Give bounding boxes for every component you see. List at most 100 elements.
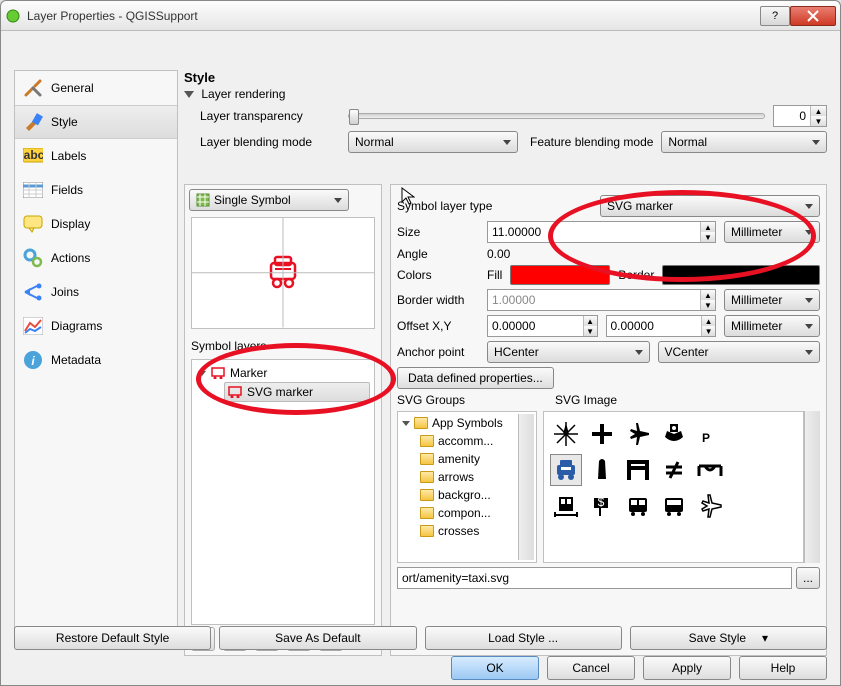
app-icon [5, 8, 21, 24]
ok-button[interactable]: OK [451, 656, 539, 680]
bwidth-unit-combo[interactable]: Millimeter [724, 289, 820, 311]
sidebar-item-label: General [51, 81, 94, 95]
sidebar-item-label: Diagrams [51, 319, 102, 333]
svg-tram-icon[interactable] [550, 490, 582, 522]
feature-blend-label: Feature blending mode [530, 135, 653, 149]
svg-path-input[interactable] [397, 567, 792, 589]
layer-rendering-section: Layer rendering [184, 87, 827, 101]
fill-swatch[interactable] [510, 265, 610, 285]
anchor-h-combo[interactable]: HCenter [487, 341, 650, 363]
svg-plane2-icon[interactable] [694, 490, 726, 522]
transparency-label: Layer transparency [200, 109, 340, 123]
table-icon [23, 180, 43, 200]
bwidth-spin[interactable]: ▲▼ [487, 289, 716, 311]
renderer-combo[interactable]: Single Symbol [189, 189, 349, 211]
svg-parking-icon[interactable]: P [694, 418, 726, 450]
ddp-button[interactable]: Data defined properties... [397, 367, 554, 389]
sidebar-item-general[interactable]: General [15, 71, 177, 105]
size-label: Size [397, 225, 479, 239]
close-button[interactable] [790, 6, 836, 26]
svg-text:P: P [702, 431, 710, 445]
border-swatch[interactable] [662, 265, 820, 285]
tree-child-svgmarker[interactable]: SVG marker [224, 382, 370, 402]
svg-plane-icon[interactable] [622, 418, 654, 450]
svg-compass-icon[interactable] [550, 418, 582, 450]
dialog-buttons: OK Cancel Apply Help [451, 656, 827, 680]
chevron-down-icon[interactable] [184, 91, 194, 98]
help-button-bottom[interactable]: Help [739, 656, 827, 680]
scrollbar[interactable] [804, 411, 820, 563]
svg-groups-tree[interactable]: App Symbols accomm... amenity arrows bac… [397, 411, 537, 563]
svg-image-grid[interactable]: P $ [543, 411, 804, 563]
svg-bus-icon[interactable] [622, 490, 654, 522]
svg-text:abc: abc [24, 148, 43, 162]
save-as-default-button[interactable]: Save As Default [219, 626, 416, 650]
main-panel: Style Layer rendering Layer transparency… [184, 70, 827, 622]
tree-root-marker[interactable]: Marker [196, 364, 370, 382]
sidebar-item-diagrams[interactable]: Diagrams [15, 309, 177, 343]
colors-label: Colors [397, 268, 479, 282]
svg-arch-icon[interactable] [622, 454, 654, 486]
transparency-value[interactable] [774, 106, 810, 126]
svg-sign-icon[interactable]: $ [586, 490, 618, 522]
svg-plus-icon[interactable] [586, 418, 618, 450]
scrollbar[interactable] [518, 414, 534, 560]
layer-blend-combo[interactable]: Normal [348, 131, 518, 153]
svg-bridge-icon[interactable] [694, 454, 726, 486]
size-spin[interactable]: ▲▼ [487, 221, 716, 243]
offset-y-spin[interactable]: ▲▼ [606, 315, 717, 337]
sidebar-item-label: Style [51, 115, 78, 129]
svg-ship-icon[interactable] [658, 418, 690, 450]
sidebar-item-fields[interactable]: Fields [15, 173, 177, 207]
angle-label: Angle [397, 247, 479, 261]
symbol-layers-label: Symbol layers [185, 335, 381, 357]
svg-notequal-icon[interactable] [658, 454, 690, 486]
tooltip-icon [23, 214, 43, 234]
symbol-type-label: Symbol layer type [397, 199, 527, 213]
sidebar-item-joins[interactable]: Joins [15, 275, 177, 309]
sidebar-item-label: Fields [51, 183, 83, 197]
sidebar-item-label: Joins [51, 285, 79, 299]
svg-taxi-icon[interactable] [550, 454, 582, 486]
sidebar-item-label: Metadata [51, 353, 101, 367]
size-unit-combo[interactable]: Millimeter [724, 221, 820, 243]
offset-unit-combo[interactable]: Millimeter [724, 315, 820, 337]
sidebar-item-style[interactable]: Style [15, 105, 177, 139]
sidebar-item-metadata[interactable]: i Metadata [15, 343, 177, 377]
svg-image-label: SVG Image [555, 393, 617, 407]
style-buttons-row: Restore Default Style Save As Default Lo… [14, 626, 827, 650]
sidebar: General Style abc Labels Fields Display … [14, 70, 178, 640]
feature-blend-combo[interactable]: Normal [661, 131, 827, 153]
window-title: Layer Properties - QGISSupport [27, 9, 760, 23]
svg-bollard-icon[interactable] [586, 454, 618, 486]
browse-button[interactable]: ... [796, 567, 820, 589]
sidebar-item-actions[interactable]: Actions [15, 241, 177, 275]
join-icon [23, 282, 43, 302]
svg-bus2-icon[interactable] [658, 490, 690, 522]
symbol-type-combo[interactable]: SVG marker [600, 195, 820, 217]
section-title: Layer rendering [201, 87, 285, 101]
transparency-spin[interactable]: ▲▼ [773, 105, 827, 127]
svg-blank[interactable] [730, 418, 762, 450]
content-area: General Style abc Labels Fields Display … [0, 30, 841, 686]
apply-button[interactable]: Apply [643, 656, 731, 680]
sidebar-item-labels[interactable]: abc Labels [15, 139, 177, 173]
symbol-layers-tree[interactable]: Marker SVG marker [191, 359, 375, 625]
svg-blank3[interactable] [730, 490, 762, 522]
help-button[interactable]: ? [760, 6, 790, 26]
sidebar-item-label: Actions [51, 251, 90, 265]
svg-blank2[interactable] [730, 454, 762, 486]
chevron-down-icon [198, 371, 206, 376]
restore-default-button[interactable]: Restore Default Style [14, 626, 211, 650]
anchor-v-combo[interactable]: VCenter [658, 341, 821, 363]
sidebar-item-display[interactable]: Display [15, 207, 177, 241]
load-style-button[interactable]: Load Style ... [425, 626, 622, 650]
transparency-slider[interactable] [348, 113, 765, 119]
save-style-button[interactable]: Save Style▾ [630, 626, 827, 650]
offset-label: Offset X,Y [397, 319, 479, 333]
chart-icon [23, 316, 43, 336]
style-heading: Style [184, 70, 827, 85]
cancel-button[interactable]: Cancel [547, 656, 635, 680]
symbol-preview-panel: Single Symbol Symbol layers Marker [184, 184, 382, 656]
offset-x-spin[interactable]: ▲▼ [487, 315, 598, 337]
